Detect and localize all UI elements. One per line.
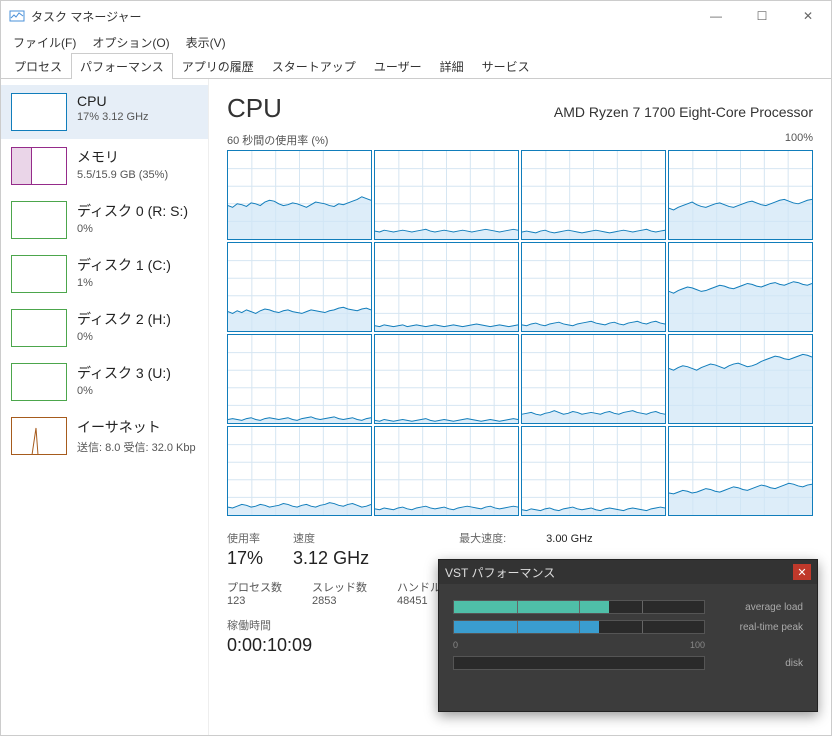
core-chart-13 — [374, 426, 519, 516]
maxspeed-label: 最大速度: — [459, 533, 506, 545]
vst-scale-100: 100 — [690, 640, 705, 650]
thumb-ethernet — [11, 417, 67, 455]
core-chart-7 — [668, 242, 813, 332]
vst-disk-meter — [453, 656, 705, 670]
sidebar-item-cpu[interactable]: CPU 17% 3.12 GHz — [1, 85, 208, 139]
vst-avg-label: average load — [713, 602, 803, 613]
core-chart-3 — [668, 150, 813, 240]
sidebar-item-disk1[interactable]: ディスク 1 (C:) 1% — [1, 247, 208, 301]
vst-titlebar[interactable]: VST パフォーマンス ✕ — [439, 560, 817, 584]
tab-services[interactable]: サービス — [473, 53, 539, 79]
core-chart-12 — [227, 426, 372, 516]
vst-disk-label: disk — [713, 658, 803, 669]
sidebar-disk3-title: ディスク 3 (U:) — [77, 363, 171, 383]
usage-label: 使用率 — [227, 530, 263, 546]
cpu-model-name: AMD Ryzen 7 1700 Eight-Core Processor — [554, 104, 813, 120]
maximize-button[interactable]: ☐ — [739, 1, 785, 31]
chart-label-right: 100% — [785, 132, 813, 148]
maxspeed-value: 3.00 GHz — [546, 533, 592, 545]
sidebar-ethernet-sub: 送信: 8.0 受信: 32.0 Kbp — [77, 439, 196, 455]
tab-processes[interactable]: プロセス — [5, 53, 71, 79]
core-chart-14 — [521, 426, 666, 516]
sidebar-disk1-sub: 1% — [77, 277, 171, 289]
core-chart-11 — [668, 334, 813, 424]
sidebar-disk0-sub: 0% — [77, 223, 188, 235]
vst-close-button[interactable]: ✕ — [793, 564, 811, 580]
vst-peak-meter — [453, 620, 705, 634]
app-icon — [9, 8, 25, 24]
close-button[interactable]: ✕ — [785, 1, 831, 31]
vst-title: VST パフォーマンス — [445, 564, 793, 581]
sidebar-memory-sub: 5.5/15.9 GB (35%) — [77, 169, 168, 181]
sidebar-item-disk3[interactable]: ディスク 3 (U:) 0% — [1, 355, 208, 409]
core-chart-8 — [227, 334, 372, 424]
sidebar-item-disk2[interactable]: ディスク 2 (H:) 0% — [1, 301, 208, 355]
core-chart-5 — [374, 242, 519, 332]
tab-app-history[interactable]: アプリの履歴 — [173, 53, 263, 79]
procs-label: プロセス数 — [227, 579, 282, 595]
sidebar-item-disk0[interactable]: ディスク 0 (R: S:) 0% — [1, 193, 208, 247]
core-chart-2 — [521, 150, 666, 240]
sidebar-cpu-sub: 17% 3.12 GHz — [77, 111, 149, 123]
tab-details[interactable]: 詳細 — [431, 53, 473, 79]
tab-startup[interactable]: スタートアップ — [263, 53, 365, 79]
tab-performance[interactable]: パフォーマンス — [71, 53, 173, 79]
threads-label: スレッド数 — [312, 579, 367, 595]
core-chart-10 — [521, 334, 666, 424]
cpu-core-chart-grid — [227, 150, 813, 516]
procs-value: 123 — [227, 595, 282, 607]
sidebar-disk0-title: ディスク 0 (R: S:) — [77, 201, 188, 221]
core-chart-0 — [227, 150, 372, 240]
thumb-disk2 — [11, 309, 67, 347]
menu-options[interactable]: オプション(O) — [86, 32, 175, 53]
threads-value: 2853 — [312, 595, 367, 607]
sidebar-disk2-sub: 0% — [77, 331, 171, 343]
titlebar[interactable]: タスク マネージャー — ☐ ✕ — [1, 1, 831, 31]
vst-scale-0: 0 — [453, 640, 458, 650]
sidebar-item-memory[interactable]: メモリ 5.5/15.9 GB (35%) — [1, 139, 208, 193]
vst-performance-panel[interactable]: VST パフォーマンス ✕ average load real-time pea… — [438, 559, 818, 712]
speed-value: 3.12 GHz — [293, 548, 369, 569]
core-chart-15 — [668, 426, 813, 516]
sidebar-cpu-title: CPU — [77, 93, 149, 109]
vst-peak-label: real-time peak — [713, 622, 803, 633]
page-title: CPU — [227, 93, 282, 124]
tabbar: プロセス パフォーマンス アプリの履歴 スタートアップ ユーザー 詳細 サービス — [1, 53, 831, 79]
sidebar-disk1-title: ディスク 1 (C:) — [77, 255, 171, 275]
thumb-disk1 — [11, 255, 67, 293]
sidebar: CPU 17% 3.12 GHz メモリ 5.5/15.9 GB (35%) デ… — [1, 79, 209, 735]
chart-label-left: 60 秒間の使用率 (%) — [227, 132, 328, 148]
thumb-disk0 — [11, 201, 67, 239]
sidebar-disk3-sub: 0% — [77, 385, 171, 397]
minimize-button[interactable]: — — [693, 1, 739, 31]
sidebar-item-ethernet[interactable]: イーサネット 送信: 8.0 受信: 32.0 Kbp — [1, 409, 208, 463]
sidebar-ethernet-title: イーサネット — [77, 417, 196, 437]
core-chart-6 — [521, 242, 666, 332]
thumb-disk3 — [11, 363, 67, 401]
sidebar-disk2-title: ディスク 2 (H:) — [77, 309, 171, 329]
menu-file[interactable]: ファイル(F) — [7, 32, 82, 53]
speed-label: 速度 — [293, 530, 369, 546]
thumb-memory — [11, 147, 67, 185]
core-chart-1 — [374, 150, 519, 240]
menu-view[interactable]: 表示(V) — [180, 32, 232, 53]
thumb-cpu — [11, 93, 67, 131]
tab-users[interactable]: ユーザー — [365, 53, 431, 79]
sidebar-memory-title: メモリ — [77, 147, 168, 167]
core-chart-4 — [227, 242, 372, 332]
vst-avg-meter — [453, 600, 705, 614]
menubar: ファイル(F) オプション(O) 表示(V) — [1, 31, 831, 53]
core-chart-9 — [374, 334, 519, 424]
window-title: タスク マネージャー — [31, 8, 693, 25]
usage-value: 17% — [227, 548, 263, 569]
